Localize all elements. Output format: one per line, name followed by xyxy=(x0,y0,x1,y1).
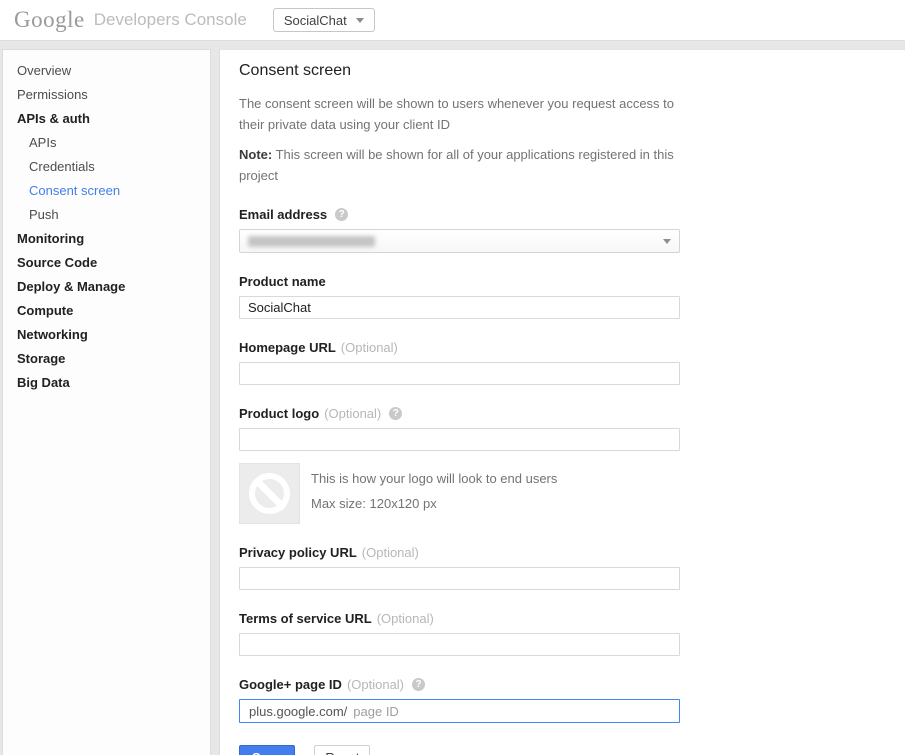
email-address-select[interactable] xyxy=(239,229,680,253)
logo-preview-row: This is how your logo will look to end u… xyxy=(239,463,905,524)
help-icon[interactable]: ? xyxy=(335,208,348,221)
save-button[interactable]: Save xyxy=(239,745,295,755)
note-text: This screen will be shown for all of you… xyxy=(239,147,674,183)
sidebar-item-permissions[interactable]: Permissions xyxy=(3,83,210,107)
redacted-email-value xyxy=(248,236,375,247)
sidebar-item-storage[interactable]: Storage xyxy=(3,347,210,371)
consent-description: The consent screen will be shown to user… xyxy=(239,93,691,135)
product-name-input[interactable] xyxy=(239,296,680,319)
help-icon[interactable]: ? xyxy=(389,407,402,420)
optional-tag: (Optional) xyxy=(377,611,434,626)
project-selector-button[interactable]: SocialChat xyxy=(273,8,375,32)
homepage-url-label: Homepage URL (Optional) xyxy=(239,340,905,355)
header-divider xyxy=(0,40,905,49)
dropdown-arrow-icon xyxy=(663,239,671,244)
terms-of-service-url-input[interactable] xyxy=(239,633,680,656)
logo-preview-line1: This is how your logo will look to end u… xyxy=(311,466,557,491)
logo-preview-info: This is how your logo will look to end u… xyxy=(311,463,557,524)
sidebar-item-overview[interactable]: Overview xyxy=(3,59,210,83)
sidebar-item-source-code[interactable]: Source Code xyxy=(3,251,210,275)
caret-down-icon xyxy=(356,18,364,23)
sidebar-item-apis[interactable]: APIs xyxy=(3,131,210,155)
help-icon[interactable]: ? xyxy=(412,678,425,691)
homepage-url-input[interactable] xyxy=(239,362,680,385)
consent-note: Note: This screen will be shown for all … xyxy=(239,144,691,186)
main-content: Consent screen The consent screen will b… xyxy=(219,49,905,755)
sidebar-item-push[interactable]: Push xyxy=(3,203,210,227)
top-bar: Google Developers Console SocialChat xyxy=(0,0,905,40)
sidebar-item-big-data[interactable]: Big Data xyxy=(3,371,210,395)
sidebar-item-consent-screen[interactable]: Consent screen xyxy=(3,179,210,203)
google-plus-page-id-label: Google+ page ID (Optional) ? xyxy=(239,677,905,692)
project-selector-label: SocialChat xyxy=(284,13,347,28)
note-label: Note: xyxy=(239,147,272,162)
sidebar-item-credentials[interactable]: Credentials xyxy=(3,155,210,179)
google-plus-url-prefix: plus.google.com/ xyxy=(249,704,347,719)
form-actions: Save Reset xyxy=(239,745,905,755)
optional-tag: (Optional) xyxy=(324,406,381,421)
sidebar-item-monitoring[interactable]: Monitoring xyxy=(3,227,210,251)
product-name-label: Product name xyxy=(239,274,905,289)
google-plus-placeholder: page ID xyxy=(353,704,399,719)
sidebar-item-deploy-manage[interactable]: Deploy & Manage xyxy=(3,275,210,299)
sidebar-item-apis-auth[interactable]: APIs & auth xyxy=(3,107,210,131)
privacy-policy-url-input[interactable] xyxy=(239,567,680,590)
product-logo-label: Product logo (Optional) ? xyxy=(239,406,905,421)
product-name-header: Developers Console xyxy=(94,10,247,30)
logo-preview-box xyxy=(239,463,300,524)
email-address-label: Email address ? xyxy=(239,207,905,222)
sidebar-item-compute[interactable]: Compute xyxy=(3,299,210,323)
terms-of-service-url-label: Terms of service URL (Optional) xyxy=(239,611,905,626)
reset-button[interactable]: Reset xyxy=(314,745,370,755)
google-logo: Google xyxy=(14,7,85,33)
page-title: Consent screen xyxy=(239,62,905,80)
sidebar-item-networking[interactable]: Networking xyxy=(3,323,210,347)
logo-preview-line2: Max size: 120x120 px xyxy=(311,491,557,516)
sidebar-nav: Overview Permissions APIs & auth APIs Cr… xyxy=(2,49,211,755)
optional-tag: (Optional) xyxy=(347,677,404,692)
optional-tag: (Optional) xyxy=(341,340,398,355)
product-logo-input[interactable] xyxy=(239,428,680,451)
optional-tag: (Optional) xyxy=(362,545,419,560)
privacy-policy-url-label: Privacy policy URL (Optional) xyxy=(239,545,905,560)
google-plus-page-id-input[interactable]: plus.google.com/ page ID xyxy=(239,699,680,723)
